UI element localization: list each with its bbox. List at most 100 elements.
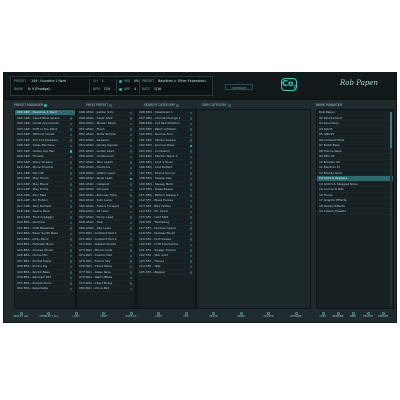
favorite-toggle-icon[interactable] [69, 150, 72, 153]
favorite-toggle-icon[interactable] [129, 122, 132, 125]
favorite-toggle-icon[interactable] [189, 150, 192, 153]
arp-row[interactable]: ARP 4 [119, 87, 136, 91]
favorite-toggle-icon[interactable] [69, 216, 72, 219]
favorite-toggle-icon[interactable] [129, 177, 132, 180]
favorite-toggle-icon[interactable] [189, 232, 192, 235]
favorite-toggle-icon[interactable] [129, 183, 132, 186]
bank-list[interactable]: Rob Papen 02 Wonderland 03 Soundboy 04 Rob … [316, 109, 394, 309]
favorite-toggle-icon[interactable] [129, 271, 132, 274]
favorite-toggle-icon[interactable] [129, 144, 132, 147]
favorite-toggle-icon[interactable] [189, 128, 192, 131]
favorite-toggle-icon[interactable] [69, 183, 72, 186]
favorite-toggle-icon[interactable] [69, 221, 72, 224]
favorite-toggle-icon[interactable] [129, 166, 132, 169]
favorite-toggle-icon[interactable] [129, 205, 132, 208]
favorite-toggle-icon[interactable] [129, 117, 132, 120]
favorite-toggle-icon[interactable] [189, 238, 192, 241]
favorite-toggle-icon[interactable] [189, 265, 192, 268]
favorite-toggle-icon[interactable] [189, 117, 192, 120]
favorite-toggle-icon[interactable] [189, 194, 192, 197]
favorite-toggle-icon[interactable] [129, 287, 132, 290]
favorite-toggle-icon[interactable] [189, 210, 192, 213]
favorite-toggle-icon[interactable] [189, 122, 192, 125]
favorite-toggle-icon[interactable] [69, 161, 72, 164]
favorite-toggle-icon[interactable] [189, 111, 192, 114]
copy-button[interactable]: COPY [150, 312, 168, 322]
favorite-toggle-icon[interactable] [69, 210, 72, 213]
favorite-toggle-icon[interactable] [189, 155, 192, 158]
channel-value[interactable]: 1 [102, 79, 104, 83]
preset-value[interactable]: 149 - Nuvoline 1 Nord [31, 79, 66, 83]
favorite-toggle-icon[interactable] [129, 155, 132, 158]
favorite-toggle-icon[interactable] [129, 216, 132, 219]
favorite-toggle-icon[interactable] [69, 227, 72, 230]
favorite-toggle-icon[interactable] [129, 254, 132, 257]
swap-button[interactable]: SWAP [232, 312, 250, 322]
compare-button[interactable]: COMPARE [225, 84, 253, 90]
favorite-toggle-icon[interactable] [129, 188, 132, 191]
bank-scrollbar[interactable] [390, 112, 392, 306]
favorite-toggle-icon[interactable] [129, 111, 132, 114]
favorite-toggle-icon[interactable] [129, 243, 132, 246]
favorite-toggle-icon[interactable] [189, 249, 192, 252]
favorite-toggle-icon[interactable] [69, 254, 72, 257]
favorite-toggle-icon[interactable] [69, 260, 72, 263]
bpm-value[interactable]: 120 [104, 87, 110, 91]
favorite-toggle-icon[interactable] [69, 166, 72, 169]
rename-button[interactable]: RENAME [287, 312, 305, 322]
favorite-toggle-icon[interactable] [129, 276, 132, 279]
favorite-toggle-icon[interactable] [69, 139, 72, 142]
favorite-toggle-icon[interactable] [189, 144, 192, 147]
bank-row[interactable]: BANK 8: V (Prodigal) [14, 87, 50, 91]
favorite-toggle-icon[interactable] [189, 199, 192, 202]
favorite-toggle-icon[interactable] [69, 232, 72, 235]
select-all-button[interactable]: SELECT ALL [12, 312, 30, 322]
favorite-toggle-icon[interactable] [69, 194, 72, 197]
bank-scroll-thumb[interactable] [390, 112, 392, 148]
favorite-toggle-icon[interactable] [189, 260, 192, 263]
favorite-toggle-icon[interactable] [69, 177, 72, 180]
favorite-toggle-icon[interactable] [189, 271, 192, 274]
favorite-toggle-icon[interactable] [189, 139, 192, 142]
favorite-toggle-icon[interactable] [129, 282, 132, 285]
favorite-toggle-icon[interactable] [69, 155, 72, 158]
preset-list-item[interactable]: 032 BSS - Selectable [15, 286, 75, 292]
preset-category-value[interactable]: Basslines > Other Expansions [158, 79, 206, 83]
load-button[interactable]: LOAD [67, 312, 85, 322]
favorite-toggle-icon[interactable] [189, 205, 192, 208]
favorite-toggle-icon[interactable] [69, 133, 72, 136]
favorite-toggle-icon[interactable] [189, 227, 192, 230]
favorite-toggle-icon[interactable] [69, 282, 72, 285]
rate-value[interactable]: 1/16 [154, 87, 161, 91]
favorite-toggle-icon[interactable] [69, 144, 72, 147]
update-button[interactable]: UPDATE [374, 312, 392, 322]
preset-list-item[interactable]: 125 SFX - Zapper [137, 270, 195, 275]
favorite-toggle-icon[interactable] [189, 172, 192, 175]
bank-value[interactable]: 8: V (Prodigal) [28, 87, 51, 91]
rate-row[interactable]: RATE 1/16 [142, 87, 161, 91]
deselect-all-button[interactable]: DESELECT ALL [40, 312, 58, 322]
favorite-toggle-icon[interactable] [69, 122, 72, 125]
favorite-toggle-icon[interactable] [189, 216, 192, 219]
favorite-toggle-icon[interactable] [189, 221, 192, 224]
favorite-toggle-icon[interactable] [129, 265, 132, 268]
channel-row[interactable]: CH 1 [93, 79, 104, 83]
favorite-toggle-icon[interactable] [129, 221, 132, 224]
favorite-toggle-icon[interactable] [189, 243, 192, 246]
preset-list-column-3[interactable]: 096 SEQ - Slowdown 1 097 SEQ - Chords Cha… [136, 109, 196, 309]
favorite-toggle-icon[interactable] [129, 139, 132, 142]
mix-row[interactable]: MIX 0% [119, 79, 139, 83]
preset-list-column-2[interactable]: 048 LEAD - Jupiter Solo 049 LEAD - Laser … [76, 109, 136, 309]
favorite-toggle-icon[interactable] [129, 238, 132, 241]
favorite-toggle-icon[interactable] [129, 249, 132, 252]
preset-category-row[interactable]: PRESET Basslines > Other Expansions [142, 79, 206, 83]
favorite-toggle-icon[interactable] [69, 205, 72, 208]
favorite-toggle-icon[interactable] [129, 133, 132, 136]
favorite-toggle-icon[interactable] [189, 177, 192, 180]
favorite-toggle-icon[interactable] [129, 194, 132, 197]
favorite-toggle-icon[interactable] [69, 117, 72, 120]
favorite-toggle-icon[interactable] [69, 172, 72, 175]
favorite-toggle-icon[interactable] [69, 287, 72, 290]
preset-row[interactable]: PRESET 149 - Nuvoline 1 Nord [14, 79, 66, 83]
favorite-toggle-icon[interactable] [189, 166, 192, 169]
